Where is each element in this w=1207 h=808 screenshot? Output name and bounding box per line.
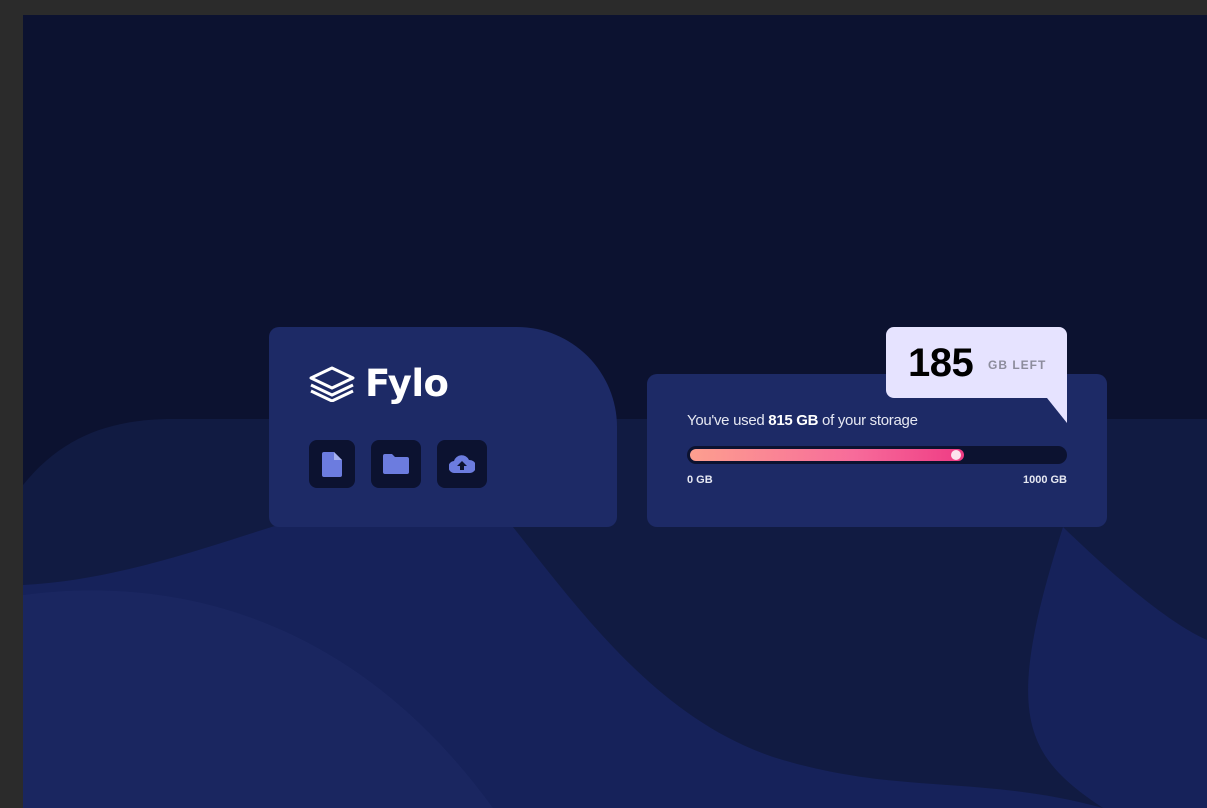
storage-progress-fill	[690, 449, 964, 461]
upload-button[interactable]	[437, 440, 487, 488]
folder-icon	[383, 454, 409, 474]
file-actions	[309, 440, 503, 488]
document-icon	[322, 451, 342, 477]
callout-tail	[1047, 398, 1067, 423]
brand-card: Fylo	[269, 327, 617, 527]
app-viewport: Fylo You've used 815 GB of your storage …	[23, 15, 1207, 808]
usage-amount: 815 GB	[768, 412, 819, 429]
brand-name: Fylo	[365, 362, 449, 405]
storage-usage-text: You've used 815 GB of your storage	[687, 412, 918, 429]
brand-logo: Fylo	[309, 362, 449, 405]
remaining-label: GB LEFT	[988, 358, 1047, 372]
storage-progress-bar	[687, 446, 1067, 464]
remaining-value: 185	[908, 341, 974, 385]
usage-suffix: of your storage	[818, 412, 918, 429]
range-min-label: 0 GB	[687, 474, 713, 486]
usage-prefix: You've used	[687, 412, 769, 429]
remaining-callout: 185 GB LEFT	[886, 327, 1067, 423]
progress-knob	[951, 450, 961, 460]
document-button[interactable]	[309, 440, 355, 488]
folder-button[interactable]	[371, 440, 421, 488]
range-max-label: 1000 GB	[1022, 474, 1067, 486]
stack-layers-icon	[309, 366, 355, 402]
cloud-upload-icon	[449, 455, 475, 473]
